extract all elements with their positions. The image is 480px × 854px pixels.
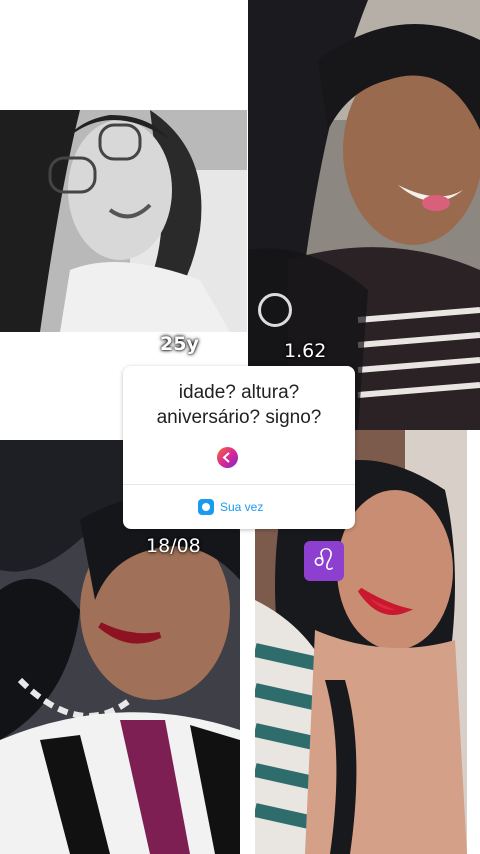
camera-icon [198, 499, 214, 515]
reply-arrow-icon-svg [222, 452, 230, 463]
photo-top-left [0, 110, 247, 332]
card-divider [123, 484, 355, 485]
leo-zodiac-icon: ♌ [304, 541, 344, 581]
your-turn-button[interactable]: Sua vez [198, 496, 263, 518]
height-label: 1.62 [284, 340, 327, 362]
question-text: idade? altura? aniversário? signo? [156, 382, 322, 428]
your-turn-label: Sua vez [220, 500, 264, 514]
photo-top-left-image [0, 110, 247, 332]
birthday-label: 18/08 [146, 535, 201, 557]
reply-arrow-icon[interactable] [217, 447, 238, 468]
age-label: 25y [160, 333, 199, 355]
watermark-icon [258, 293, 292, 327]
